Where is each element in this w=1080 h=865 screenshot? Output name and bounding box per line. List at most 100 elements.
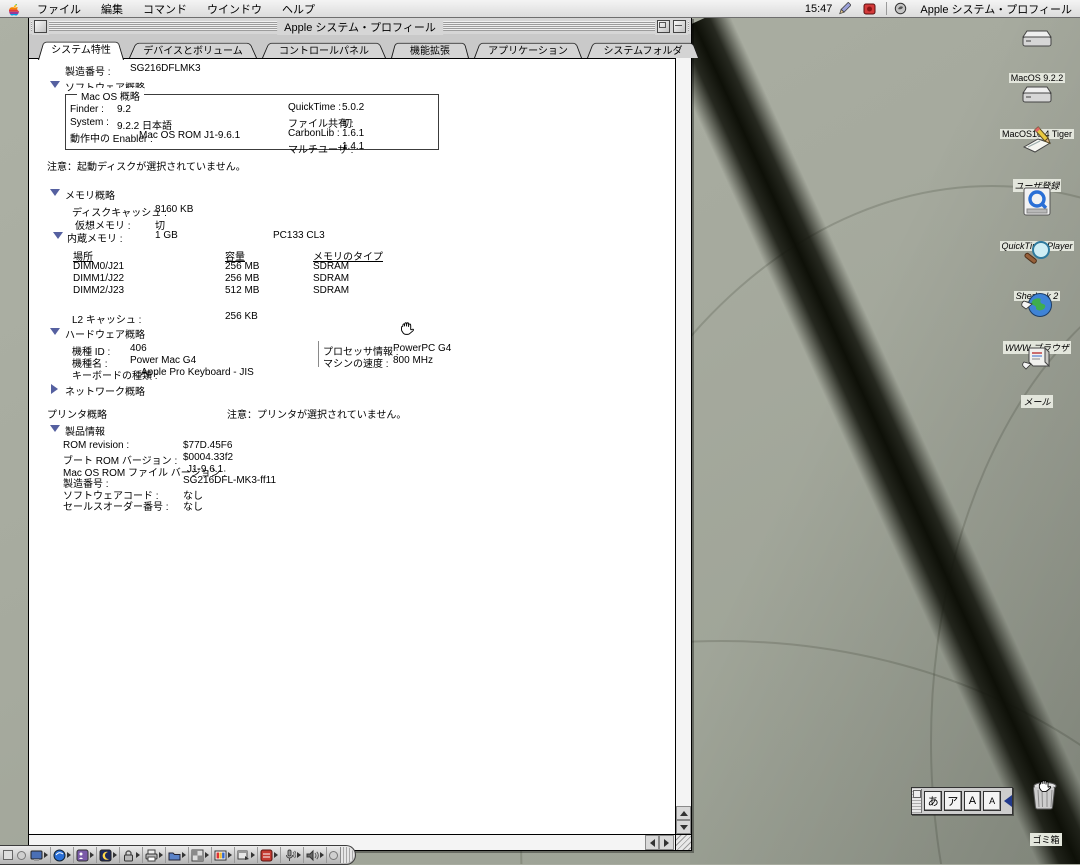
strip-scroll-dot[interactable]: [329, 850, 338, 860]
product-heading: 製品情報: [65, 427, 105, 438]
color-depth-module[interactable]: [212, 847, 235, 863]
desktop-pattern-module[interactable]: [189, 847, 212, 863]
tab-strip: システム特性 デバイスとボリューム コントロールパネル 機能拡張 アプリケーショ…: [29, 35, 691, 58]
l2-cache-label: L2 キャッシュ :: [72, 315, 142, 326]
registration-pencil-icon: [999, 126, 1075, 158]
machine-id-value: 406: [130, 343, 147, 354]
speed-label: マシンの速度 :: [323, 359, 389, 370]
finder-label: Finder :: [70, 104, 104, 115]
table-row: 512 MB: [225, 285, 260, 296]
vertical-scrollbar[interactable]: [675, 58, 691, 834]
machine-name-value: Power Mac G4: [130, 355, 197, 366]
disclosure-triangle-expanded-icon[interactable]: [50, 81, 60, 88]
menu-help[interactable]: ヘルプ: [272, 1, 325, 17]
menu-file[interactable]: ファイル: [27, 1, 91, 17]
application-icon[interactable]: [863, 2, 876, 15]
web-module[interactable]: [51, 847, 74, 863]
tab-system-profile[interactable]: システム特性: [38, 39, 124, 58]
menu-clock[interactable]: 15:47: [805, 3, 833, 15]
l2-cache-value: 256 KB: [225, 311, 258, 322]
disclosure-triangle-collapsed-icon[interactable]: [51, 384, 58, 394]
katakana-mode-button[interactable]: ア: [943, 791, 962, 811]
browser-globe-icon: [999, 290, 1075, 320]
menu-window[interactable]: ウインドウ: [197, 1, 272, 17]
builtin-memory-value: 1 GB: [155, 230, 178, 241]
processor-value: PowerPC G4: [393, 343, 452, 354]
file-sharing-module[interactable]: [166, 847, 189, 863]
macos-overview-box-title: Mac OS 概略: [77, 88, 144, 103]
memory-heading: メモリ概略: [65, 191, 115, 202]
close-box[interactable]: [34, 20, 47, 33]
profile-content: 製造番号 : SG216DFLMK3 ソフトウェア概略 Mac OS 概略 Fi…: [29, 58, 675, 835]
grab-hand-cursor: [398, 318, 417, 342]
hiragana-mode-button[interactable]: あ: [924, 791, 942, 811]
sales-order-value: なし: [183, 502, 203, 513]
strip-pull-tab[interactable]: [340, 847, 354, 863]
tab-control-panels[interactable]: コントロールパネル: [262, 41, 386, 58]
disclosure-triangle-expanded-icon[interactable]: [50, 189, 60, 196]
hardware-column-divider: [318, 341, 319, 367]
tab-extensions[interactable]: 機能拡張: [391, 41, 469, 58]
mail-icon: [999, 342, 1075, 374]
keyboard-value: Apple Pro Keyboard - JIS: [141, 367, 254, 378]
enabler-value: Mac OS ROM J1-9.6.1: [139, 130, 241, 141]
control-strip[interactable]: [0, 845, 356, 865]
display-module[interactable]: [28, 847, 51, 863]
scroll-up-button[interactable]: [676, 806, 691, 820]
printer-module[interactable]: [143, 847, 166, 863]
tab-system-folders[interactable]: システムフォルダ: [587, 41, 699, 58]
scroll-left-button[interactable]: [645, 835, 659, 850]
hand-cursor: [1036, 776, 1054, 799]
scroll-down-button[interactable]: [676, 820, 691, 834]
desktop-icon-user-registration[interactable]: ユーザ登録: [999, 126, 1075, 194]
hard-disk-icon: [999, 26, 1075, 50]
table-row: SDRAM: [313, 273, 350, 284]
profiler-app-icon: [894, 2, 907, 15]
scroll-right-button[interactable]: [659, 835, 674, 850]
product-serial-value: SG216DFL-MK3-ff11: [183, 475, 277, 486]
disk-cache-value: 8160 KB: [155, 204, 194, 215]
strip-scroll-dot[interactable]: [17, 850, 26, 860]
palette-collapse-arrow-icon[interactable]: [1003, 795, 1012, 807]
menu-bar: ファイル 編集 コマンド ウインドウ ヘルプ 15:47 Apple システム・…: [0, 0, 1080, 18]
desktop-icon-mail[interactable]: メール: [999, 342, 1075, 410]
startup-disk-note: 注意：起動ディスクが選択されていません。: [47, 162, 246, 173]
quicktime-icon: [999, 186, 1075, 218]
sherlock-magnifier-icon: [999, 240, 1075, 268]
menu-command[interactable]: コマンド: [133, 1, 197, 17]
printer-note: 注意：プリンタが選択されていません。: [227, 410, 407, 421]
av-module[interactable]: [258, 847, 281, 863]
quicktime-value: 5.0.2: [342, 102, 365, 113]
disclosure-triangle-expanded-icon[interactable]: [53, 232, 63, 239]
zoom-box[interactable]: [657, 20, 670, 33]
desktop-icon-macos9[interactable]: MacOS 9.2.2: [999, 26, 1075, 86]
pencil-icon[interactable]: [838, 2, 852, 15]
menu-edit[interactable]: 編集: [91, 1, 133, 17]
table-row: DIMM1/J22: [73, 273, 125, 284]
apple-menu-icon[interactable]: [8, 2, 21, 16]
grow-box[interactable]: [675, 834, 691, 850]
input-method-palette[interactable]: あ ア A A: [911, 787, 1013, 815]
tab-applications[interactable]: アプリケーション: [474, 41, 582, 58]
disclosure-triangle-expanded-icon[interactable]: [50, 328, 60, 335]
application-menu-title[interactable]: Apple システム・プロフィール: [910, 1, 1080, 17]
security-module[interactable]: [120, 847, 143, 863]
collapse-box[interactable]: [673, 20, 686, 33]
carbonlib-value: 1.6.1: [342, 128, 365, 139]
monitor-window-module[interactable]: [235, 847, 258, 863]
strip-collapse-box[interactable]: [3, 850, 13, 860]
sleep-module[interactable]: [97, 847, 120, 863]
window-title-bar[interactable]: Apple システム・プロフィール: [29, 18, 691, 35]
printer-heading: プリンタ概略: [47, 410, 107, 421]
disclosure-triangle-expanded-icon[interactable]: [50, 425, 60, 432]
macos-rom-file-value: J1-9.6.1: [187, 464, 224, 475]
halfwidth-mode-button[interactable]: A: [983, 791, 1001, 811]
microphone-module[interactable]: [281, 847, 304, 863]
users-module[interactable]: [74, 847, 97, 863]
volume-module[interactable]: [304, 847, 327, 863]
palette-drag-handle[interactable]: [912, 789, 923, 813]
romaji-mode-button[interactable]: A: [963, 791, 982, 811]
tab-devices-volumes[interactable]: デバイスとボリューム: [129, 41, 257, 58]
hard-disk-icon: [999, 82, 1075, 106]
rom-revision-value: $77D.45F6: [183, 440, 233, 451]
